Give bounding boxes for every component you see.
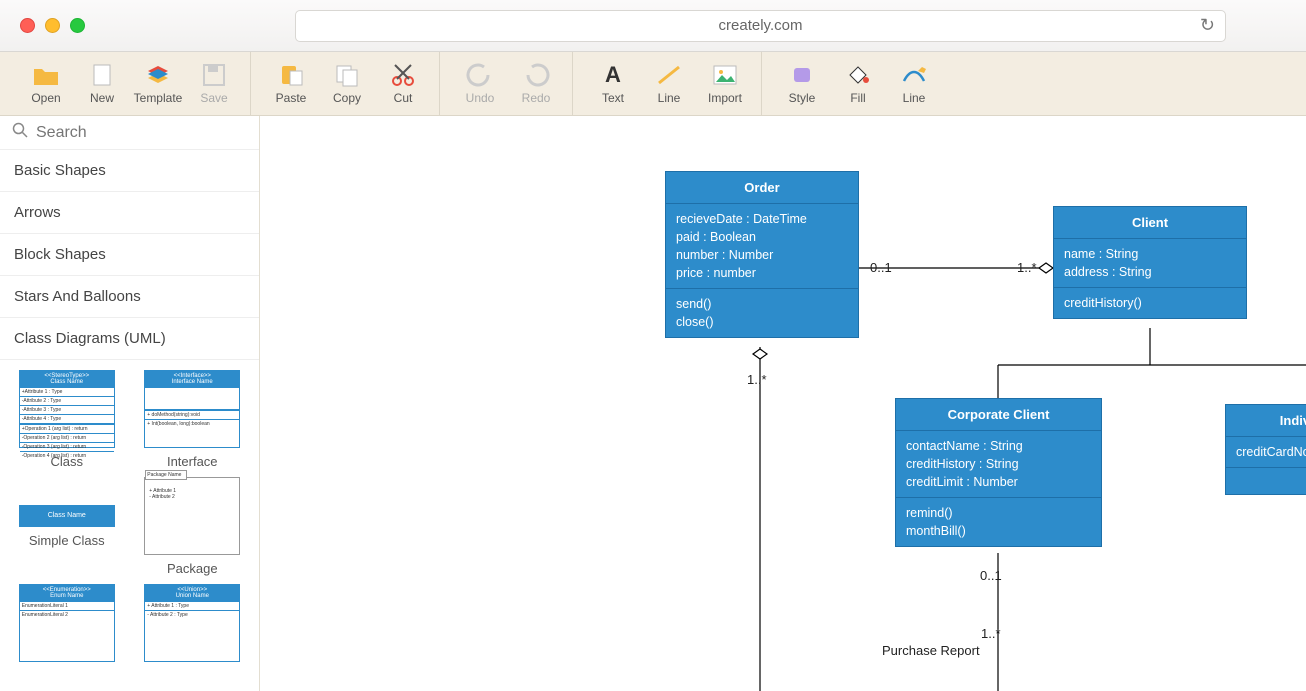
workspace: Basic ShapesArrowsBlock ShapesStars And … — [0, 116, 1306, 691]
tool-label: Style — [789, 91, 816, 105]
edge-label: 1..* — [981, 626, 1001, 641]
save-button[interactable]: Save — [188, 63, 240, 105]
class-methods: creditHistory() — [1054, 288, 1246, 318]
paste-button[interactable]: Paste — [265, 63, 317, 105]
class-title: Order — [666, 172, 858, 204]
redo-icon — [522, 63, 550, 87]
copy-button[interactable]: Copy — [321, 63, 373, 105]
redo-button[interactable]: Redo — [510, 63, 562, 105]
file-icon — [88, 63, 116, 87]
search-input[interactable] — [36, 124, 247, 142]
tool-label: Line — [658, 91, 681, 105]
import-button[interactable]: Import — [699, 63, 751, 105]
tool-label: Undo — [466, 91, 495, 105]
shape-tile-item4[interactable]: <<Enumeration>>Enum NameEnumerationLiter… — [8, 584, 126, 668]
class-title: Corporate Client — [896, 399, 1101, 431]
new-button[interactable]: New — [76, 63, 128, 105]
linestyle-button[interactable]: Line — [888, 63, 940, 105]
search-row — [0, 116, 259, 150]
fill-button[interactable]: Fill — [832, 63, 884, 105]
cut-icon — [389, 63, 417, 87]
url-text: creately.com — [719, 17, 803, 34]
new-file-button[interactable]: Open — [20, 63, 72, 105]
sidebar: Basic ShapesArrowsBlock ShapesStars And … — [0, 116, 260, 691]
shape-tile-label: Package — [167, 561, 218, 576]
uml-class-individual[interactable]: Individual ClientcreditCardNo : int — [1225, 404, 1306, 495]
shape-tile-simple-class[interactable]: Class NameSimple Class — [8, 477, 126, 576]
fill-icon — [844, 63, 872, 87]
minimize-window-button[interactable] — [45, 18, 60, 33]
copy-icon — [333, 63, 361, 87]
style-icon — [788, 63, 816, 87]
shape-tile-label: Interface — [167, 454, 218, 469]
paste-icon — [277, 63, 305, 87]
uml-class-corporate[interactable]: Corporate ClientcontactName : Stringcred… — [895, 398, 1102, 547]
class-attributes: recieveDate : DateTimepaid : Booleannumb… — [666, 204, 858, 289]
folder-icon — [32, 63, 60, 87]
maximize-window-button[interactable] — [70, 18, 85, 33]
category-class-diagrams-uml-[interactable]: Class Diagrams (UML) — [0, 318, 259, 360]
class-methods: remind()monthBill() — [896, 498, 1101, 546]
line-button[interactable]: Line — [643, 63, 695, 105]
uml-class-order[interactable]: OrderrecieveDate : DateTimepaid : Boolea… — [665, 171, 859, 338]
class-title: Client — [1054, 207, 1246, 239]
category-block-shapes[interactable]: Block Shapes — [0, 234, 259, 276]
shape-tile-package[interactable]: Package Name+ Attribute 1- Attribute 2Pa… — [134, 477, 252, 576]
tool-label: Line — [903, 91, 926, 105]
category-basic-shapes[interactable]: Basic Shapes — [0, 150, 259, 192]
search-icon — [12, 122, 28, 143]
shape-grid: <<StereoType>>Class Name+Attribute 1 : T… — [0, 360, 259, 678]
image-icon — [711, 63, 739, 87]
cut-button[interactable]: Cut — [377, 63, 429, 105]
edge-label: 0..1 — [870, 260, 892, 275]
uml-class-client[interactable]: Clientname : Stringaddress : Stringcredi… — [1053, 206, 1247, 319]
linestyle-icon — [900, 63, 928, 87]
url-bar[interactable]: creately.com ↻ — [295, 10, 1226, 42]
undo-icon — [466, 63, 494, 87]
close-window-button[interactable] — [20, 18, 35, 33]
category-arrows[interactable]: Arrows — [0, 192, 259, 234]
shape-tile-class[interactable]: <<StereoType>>Class Name+Attribute 1 : T… — [8, 370, 126, 469]
tool-label: Text — [602, 91, 624, 105]
edge-label: 1..* — [1017, 260, 1037, 275]
edge-label: Purchase Report — [882, 643, 980, 658]
tool-label: Paste — [276, 91, 307, 105]
class-attributes: name : Stringaddress : String — [1054, 239, 1246, 288]
tool-label: Fill — [850, 91, 865, 105]
shape-tile-item5[interactable]: <<Union>>Union Name+ Attribute 1 : Type-… — [134, 584, 252, 668]
tool-label: Redo — [522, 91, 551, 105]
style-button[interactable]: Style — [776, 63, 828, 105]
stack-icon — [144, 63, 172, 87]
text-button[interactable]: A Text — [587, 63, 639, 105]
tool-label: Cut — [394, 91, 413, 105]
window-controls — [20, 18, 85, 33]
toolbar: Open New Template Save Paste Copy Cut Undo Redo A… — [0, 52, 1306, 116]
class-attributes: contactName : StringcreditHistory : Stri… — [896, 431, 1101, 498]
class-methods: send()close() — [666, 289, 858, 337]
canvas[interactable]: OrderrecieveDate : DateTimepaid : Boolea… — [260, 116, 1306, 691]
browser-bar: creately.com ↻ — [0, 0, 1306, 52]
shape-tile-interface[interactable]: <<Interface>>Interface Name+ doMethod(st… — [134, 370, 252, 469]
tool-label: New — [90, 91, 114, 105]
undo-button[interactable]: Undo — [454, 63, 506, 105]
save-icon — [200, 63, 228, 87]
class-methods — [1226, 468, 1306, 494]
template-button[interactable]: Template — [132, 63, 184, 105]
edge-label: 1..* — [747, 372, 767, 387]
tool-label: Import — [708, 91, 742, 105]
reload-icon[interactable]: ↻ — [1200, 15, 1215, 36]
tool-label: Template — [134, 91, 183, 105]
class-attributes: creditCardNo : int — [1226, 437, 1306, 468]
class-title: Individual Client — [1226, 405, 1306, 437]
lineshape-icon — [655, 63, 683, 87]
tool-label: Open — [31, 91, 60, 105]
tool-label: Copy — [333, 91, 361, 105]
category-stars-and-balloons[interactable]: Stars And Balloons — [0, 276, 259, 318]
shape-tile-label: Simple Class — [29, 533, 105, 548]
tool-label: Save — [200, 91, 227, 105]
shape-tile-label: Class — [50, 454, 83, 469]
edge-label: 0..1 — [980, 568, 1002, 583]
text-icon: A — [599, 63, 627, 87]
